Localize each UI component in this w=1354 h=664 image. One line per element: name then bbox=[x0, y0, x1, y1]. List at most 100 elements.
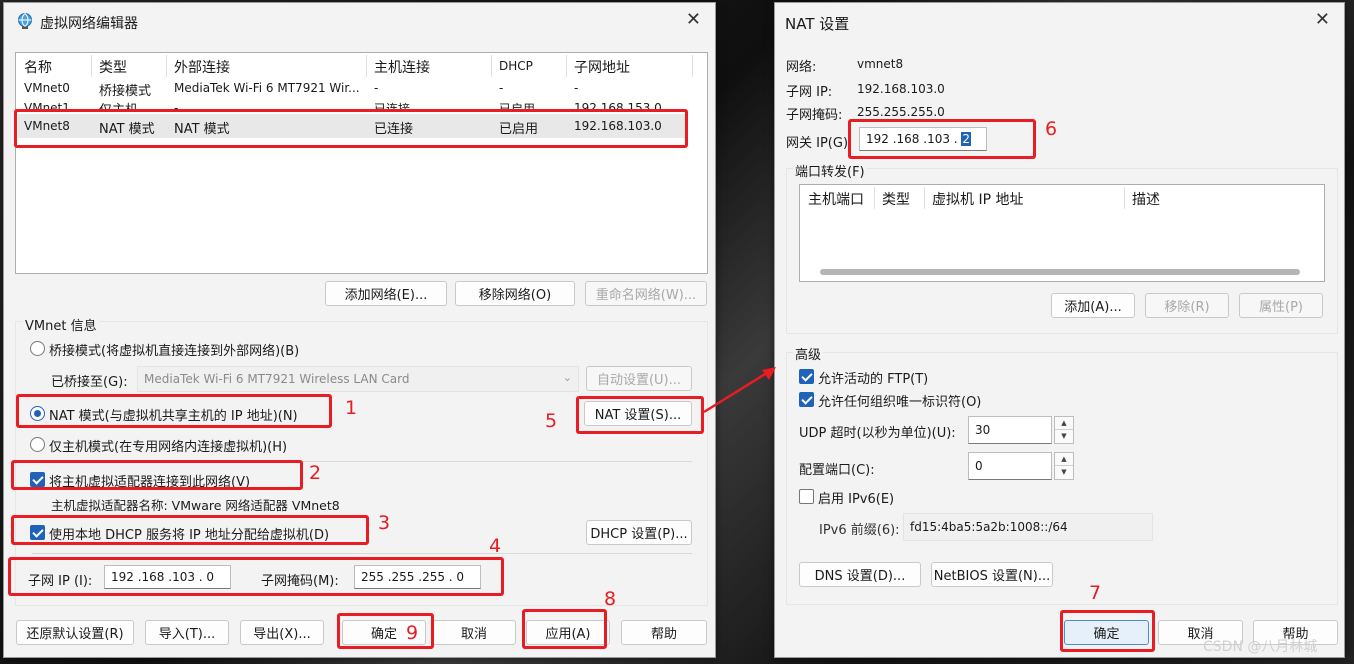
annotation-number: 6 bbox=[1045, 118, 1058, 140]
divider bbox=[32, 553, 692, 554]
host-only-label[interactable]: 仅主机模式(在专用网络内连接虚拟机)(H) bbox=[49, 436, 287, 455]
virtual-network-editor-window: 虚拟网络编辑器 ✕ 名称 类型 外部连接 主机连接 DHCP 子网地址 VMne… bbox=[3, 2, 716, 658]
ipv6-prefix-label: IPv6 前缀(6): bbox=[819, 523, 900, 538]
col-host[interactable]: 主机连接 bbox=[374, 57, 430, 77]
annotation-number: 8 bbox=[604, 588, 617, 610]
config-port-stepper[interactable]: ▲ ▼ bbox=[1054, 452, 1074, 480]
subnet-ip-value: 192.168.103.0 bbox=[857, 82, 945, 96]
allow-ftp-checkbox[interactable] bbox=[799, 369, 814, 384]
pf-add-button[interactable]: 添加(A)... bbox=[1051, 293, 1135, 318]
network-globe-icon bbox=[18, 13, 32, 29]
subnet-ip-label: 子网 IP (I): bbox=[28, 574, 93, 589]
use-dhcp-checkbox[interactable] bbox=[30, 525, 45, 540]
help-button[interactable]: 帮助 bbox=[621, 620, 707, 645]
vmnet-info-label: VMnet 信息 bbox=[23, 315, 99, 334]
chevron-down-icon: ⌄ bbox=[562, 371, 572, 384]
port-forward-label: 端口转发(F) bbox=[793, 161, 867, 180]
col-type[interactable]: 类型 bbox=[99, 57, 127, 77]
subnet-ip-input[interactable]: 192 .168 .103 . 0 bbox=[104, 565, 231, 589]
export-button[interactable]: 导出(X)... bbox=[240, 620, 324, 645]
cancel-button[interactable]: 取消 bbox=[432, 620, 516, 645]
title-bar: NAT 设置 ✕ bbox=[775, 3, 1344, 41]
subnet-mask-input[interactable]: 255 .255 .255 . 0 bbox=[354, 565, 481, 589]
udp-timeout-stepper[interactable]: ▲ ▼ bbox=[1054, 416, 1074, 444]
advanced-label: 高级 bbox=[793, 344, 824, 363]
connect-adapter-label[interactable]: 将主机虚拟适配器连接到此网络(V) bbox=[49, 471, 250, 490]
enable-ipv6-checkbox[interactable] bbox=[799, 489, 814, 504]
table-row[interactable]: VMnet0 桥接模式 MediaTek Wi-Fi 6 MT7921 Wir.… bbox=[16, 80, 707, 99]
window-title: 虚拟网络编辑器 bbox=[40, 16, 138, 32]
col-external[interactable]: 外部连接 bbox=[174, 57, 230, 77]
title-bar: 虚拟网络编辑器 ✕ bbox=[4, 3, 715, 41]
subnet-mask-value: 255.255.255.0 bbox=[857, 105, 945, 119]
vmnet-info-panel bbox=[15, 321, 708, 606]
gateway-label: 网关 IP(G): bbox=[786, 136, 853, 151]
adapter-name-text: 主机虚拟适配器名称: VMware 网络适配器 VMnet8 bbox=[51, 498, 340, 513]
allow-oui-checkbox[interactable] bbox=[799, 392, 814, 407]
table-row-selected[interactable]: VMnet8 NAT 模式 NAT 模式 已连接 已启用 192.168.103… bbox=[18, 114, 688, 138]
dns-settings-button[interactable]: DNS 设置(D)... bbox=[799, 562, 921, 587]
col-vm-ip[interactable]: 虚拟机 IP 地址 bbox=[932, 189, 1023, 209]
spin-up-icon[interactable]: ▲ bbox=[1055, 417, 1073, 430]
gateway-input[interactable]: 192 .168 .103 . 2 bbox=[859, 127, 987, 151]
nat-mode-label[interactable]: NAT 模式(与虚拟机共享主机的 IP 地址)(N) bbox=[49, 405, 298, 424]
auto-settings-button[interactable]: 自动设置(U)... bbox=[586, 366, 692, 391]
pf-properties-button[interactable]: 属性(P) bbox=[1239, 293, 1323, 318]
host-only-radio[interactable] bbox=[30, 437, 45, 452]
col-desc[interactable]: 描述 bbox=[1132, 189, 1160, 209]
enable-ipv6-label[interactable]: 启用 IPv6(E) bbox=[818, 488, 894, 507]
allow-ftp-label[interactable]: 允许活动的 FTP(T) bbox=[818, 368, 928, 387]
pf-remove-button[interactable]: 移除(R) bbox=[1145, 293, 1229, 318]
horizontal-scrollbar[interactable] bbox=[820, 269, 1300, 275]
nat-settings-button[interactable]: NAT 设置(S)... bbox=[584, 401, 692, 426]
bridged-to-select[interactable]: MediaTek Wi-Fi 6 MT7921 Wireless LAN Car… bbox=[137, 366, 579, 392]
udp-timeout-label: UDP 超时(以秒为单位)(U): bbox=[799, 426, 956, 441]
annotation-number: 5 bbox=[545, 410, 558, 432]
ipv6-prefix-input[interactable]: fd15:4ba5:5a2b:1008::/64 bbox=[903, 513, 1153, 541]
col-name[interactable]: 名称 bbox=[24, 57, 52, 77]
use-dhcp-label[interactable]: 使用本地 DHCP 服务将 IP 地址分配给虚拟机(D) bbox=[49, 524, 329, 543]
subnet-mask-label: 子网掩码: bbox=[786, 108, 843, 123]
spin-down-icon[interactable]: ▼ bbox=[1055, 466, 1073, 479]
add-network-button[interactable]: 添加网络(E)... bbox=[325, 281, 447, 306]
col-host-port[interactable]: 主机端口 bbox=[808, 189, 864, 209]
subnet-mask-label: 子网掩码(M): bbox=[261, 574, 339, 589]
remove-network-button[interactable]: 移除网络(O) bbox=[455, 281, 575, 306]
nat-settings-window: NAT 设置 ✕ 网络: vmnet8 子网 IP: 192.168.103.0… bbox=[774, 2, 1345, 658]
udp-timeout-input[interactable]: 30 bbox=[968, 416, 1052, 444]
close-icon[interactable]: ✕ bbox=[686, 9, 701, 30]
netbios-settings-button[interactable]: NetBIOS 设置(N)... bbox=[931, 562, 1053, 587]
network-value: vmnet8 bbox=[857, 57, 904, 71]
spin-up-icon[interactable]: ▲ bbox=[1055, 453, 1073, 466]
rename-network-button[interactable]: 重命名网络(W)... bbox=[585, 281, 707, 306]
port-forward-list[interactable]: 主机端口 类型 虚拟机 IP 地址 描述 bbox=[799, 184, 1325, 282]
restore-defaults-button[interactable]: 还原默认设置(R) bbox=[16, 620, 134, 645]
bridge-mode-label[interactable]: 桥接模式(将虚拟机直接连接到外部网络)(B) bbox=[49, 340, 299, 359]
table-row[interactable]: VMnet1 仅主机... - 已连接 已启用 192.168.153.0 bbox=[16, 98, 707, 112]
spin-down-icon[interactable]: ▼ bbox=[1055, 430, 1073, 443]
subnet-ip-label: 子网 IP: bbox=[786, 85, 833, 100]
close-icon[interactable]: ✕ bbox=[1315, 9, 1330, 30]
gateway-selected-octet: 2 bbox=[961, 132, 972, 146]
window-title: NAT 设置 bbox=[785, 15, 850, 33]
network-label: 网络: bbox=[786, 60, 817, 75]
config-port-input[interactable]: 0 bbox=[968, 452, 1052, 480]
col-dhcp[interactable]: DHCP bbox=[499, 59, 533, 73]
col-type[interactable]: 类型 bbox=[882, 189, 910, 209]
watermark: CSDN @八月林城 bbox=[1203, 639, 1318, 655]
bridge-mode-radio[interactable] bbox=[30, 341, 45, 356]
annotation-arrow-icon bbox=[703, 367, 776, 414]
connect-adapter-checkbox[interactable] bbox=[30, 472, 45, 487]
divider bbox=[32, 461, 692, 462]
apply-button[interactable]: 应用(A) bbox=[526, 620, 610, 645]
annotation-number: 9 bbox=[406, 622, 419, 644]
col-subnet[interactable]: 子网地址 bbox=[574, 57, 630, 77]
annotation-number: 7 bbox=[1089, 582, 1102, 604]
nat-mode-radio[interactable] bbox=[30, 406, 45, 421]
dhcp-settings-button[interactable]: DHCP 设置(P)... bbox=[586, 520, 692, 545]
annotation-number: 3 bbox=[378, 512, 391, 534]
allow-oui-label[interactable]: 允许任何组织唯一标识符(O) bbox=[818, 391, 981, 410]
ok-button[interactable]: 确定 bbox=[1064, 620, 1149, 645]
import-button[interactable]: 导入(T)... bbox=[145, 620, 229, 645]
network-list[interactable]: 名称 类型 外部连接 主机连接 DHCP 子网地址 VMnet0 桥接模式 Me… bbox=[15, 52, 708, 274]
